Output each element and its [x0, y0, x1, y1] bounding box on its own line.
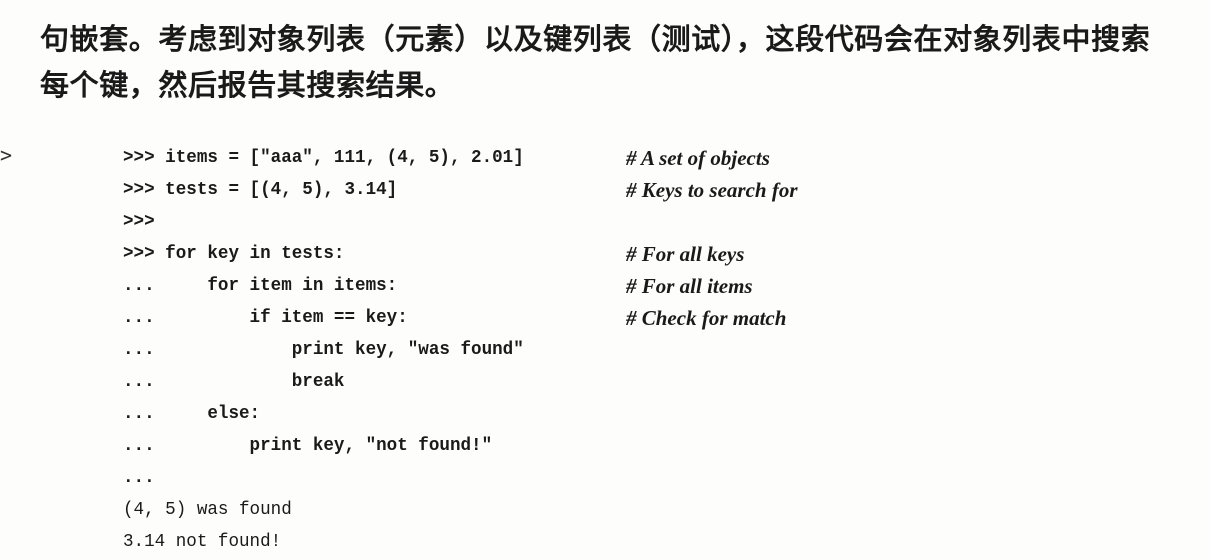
code-line: ... break	[123, 371, 345, 392]
output-line: 3.14 not found!	[123, 531, 282, 552]
code-comment: # Keys to search for	[626, 178, 798, 202]
code-line: ...	[123, 467, 155, 488]
code-comment: # For all items	[626, 274, 753, 298]
paragraph-line-2: 每个键，然后报告其搜索结果。	[40, 68, 455, 102]
code-comment: # A set of objects	[626, 146, 770, 170]
code-line: >>> items = ["aaa", 111, (4, 5), 2.01] # …	[123, 142, 770, 174]
code-line: >>> for key in tests: # For all keys	[123, 238, 744, 270]
code-line: ... else:	[123, 403, 261, 424]
code-line: ... print key, "not found!"	[123, 435, 493, 456]
margin-marker: >	[0, 143, 13, 167]
code-block: >>> items = ["aaa", 111, (4, 5), 2.01] # …	[123, 142, 798, 558]
code-line: >>>	[123, 211, 155, 232]
code-line: ... if item == key: # Check for match	[123, 302, 786, 334]
output-line: (4, 5) was found	[123, 499, 292, 520]
code-comment: # Check for match	[626, 306, 787, 330]
code-comment: # For all keys	[626, 242, 745, 266]
code-line: >>> tests = [(4, 5), 3.14] # Keys to sear…	[123, 174, 798, 206]
code-line: ... print key, "was found"	[123, 339, 524, 360]
paragraph-line-1: 句嵌套。考虑到对象列表（元素）以及键列表（测试），这段代码会在对象列表中搜索	[40, 22, 1151, 56]
code-line: ... for item in items: # For all items	[123, 270, 753, 302]
